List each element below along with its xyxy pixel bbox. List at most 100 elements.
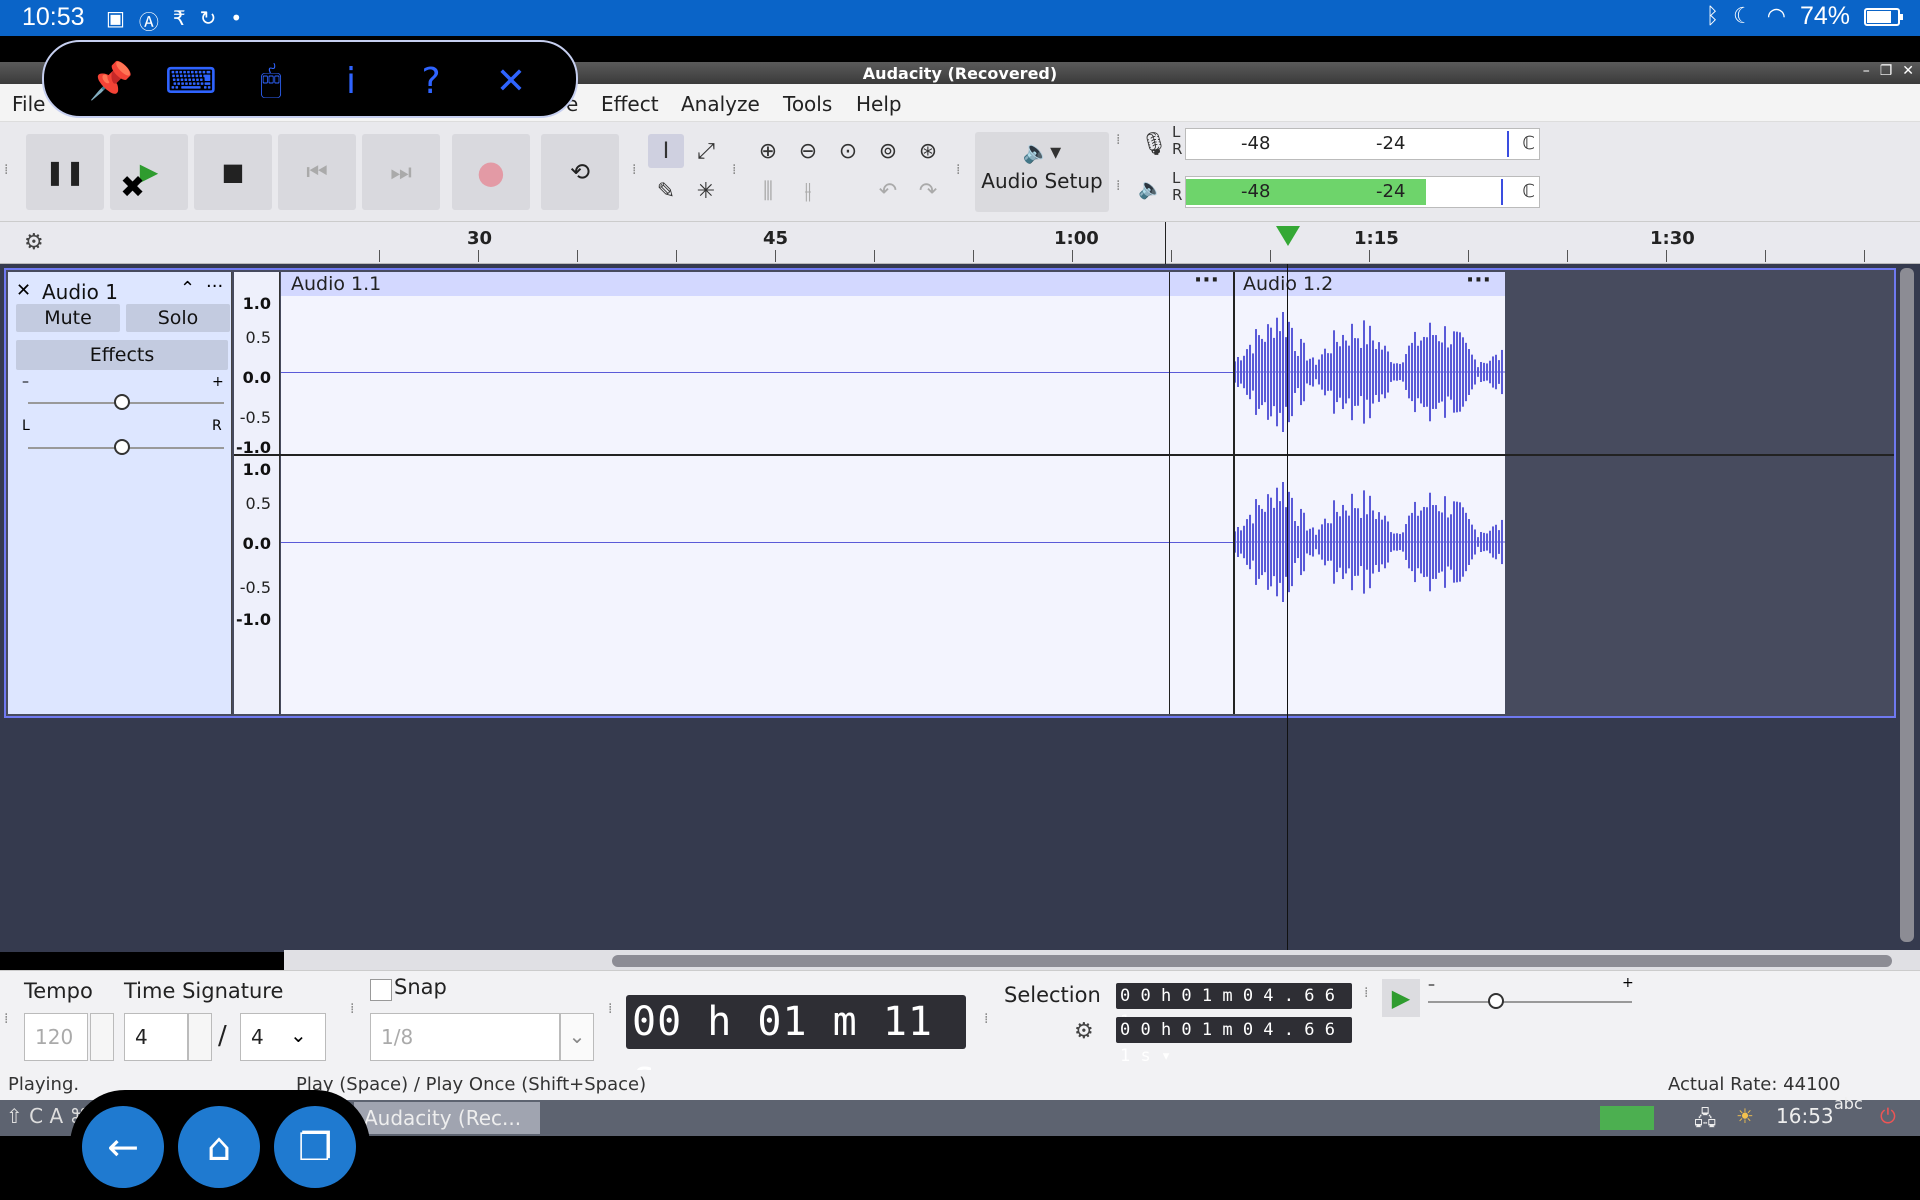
amplitude-scale: 1.0 0.5 0.0 -0.5 -1.0 1.0 0.5 0.0 -0.5 -…	[234, 272, 280, 714]
close-window-icon[interactable]: ✕	[1902, 63, 1914, 79]
time-display[interactable]: 00 h 01 m 11 s▾	[626, 995, 966, 1099]
gain-slider[interactable]	[28, 394, 224, 410]
track-name[interactable]: Audio 1	[42, 280, 118, 304]
keyboard-icon[interactable]: ⌨	[165, 56, 217, 106]
info-icon[interactable]: i	[326, 56, 376, 106]
clip-audio-1-2[interactable]: Audio 1.2 ···	[1233, 268, 1505, 714]
clip-audio-1-1[interactable]: Audio 1.1 ···	[281, 268, 1233, 714]
battery-icon	[1864, 7, 1903, 26]
draw-tool[interactable]: ✎	[648, 174, 684, 208]
selection-start-time[interactable]: 0 0 h 0 1 m 0 4 . 6 6 1 s ▾	[1116, 983, 1352, 1032]
numerator-stepper[interactable]	[188, 1013, 212, 1061]
track-control-panel: ✕ Audio 1 ⌃ ··· Mute Solo Effects – + L …	[8, 272, 232, 714]
home-button[interactable]: ⌂	[178, 1106, 260, 1188]
zoom-out-button[interactable]: ⊖	[790, 134, 826, 168]
menu-analyze[interactable]: Analyze	[681, 92, 760, 116]
silence-button[interactable]: ⫲	[790, 174, 826, 208]
play-speed-slider[interactable]	[1428, 993, 1632, 1009]
collapse-icon[interactable]: ⌃	[180, 278, 195, 299]
app-a-icon: Ⓐ	[138, 10, 159, 34]
taskbar-app-audacity[interactable]: Audacity (Rec...	[354, 1102, 540, 1134]
solo-button[interactable]: Solo	[126, 304, 230, 332]
playhead-marker[interactable]	[1276, 226, 1300, 246]
zoom-toggle-button[interactable]: ⊛	[910, 134, 946, 168]
restore-icon[interactable]: ❐	[1880, 63, 1893, 79]
pause-button[interactable]: ❚❚	[26, 134, 104, 210]
horizontal-scrollbar[interactable]	[612, 955, 1892, 967]
skip-end-button[interactable]: ⏭	[362, 134, 440, 210]
microphone-icon[interactable]: 🎙	[1140, 132, 1168, 157]
pin-icon[interactable]: 📌	[86, 56, 136, 106]
audio-track[interactable]: ✕ Audio 1 ⌃ ··· Mute Solo Effects – + L …	[4, 268, 1896, 718]
snap-select[interactable]: 1/8	[370, 1013, 560, 1061]
fit-selection-button[interactable]: ⊙	[830, 134, 866, 168]
menu-tools[interactable]: Tools	[783, 92, 832, 116]
power-icon[interactable]: ⏻	[1880, 1104, 1896, 1128]
mute-button[interactable]: Mute	[16, 304, 120, 332]
multi-tool[interactable]: ✳	[688, 174, 724, 208]
time-sig-denominator[interactable]: 4	[240, 1013, 326, 1061]
mouse-icon[interactable]: 🖱	[246, 56, 296, 106]
track-area[interactable]: ✕ Audio 1 ⌃ ··· Mute Solo Effects – + L …	[0, 264, 1920, 952]
fit-project-button[interactable]: ⊚	[870, 134, 906, 168]
pencil-icon: ✎	[656, 178, 676, 204]
weather-icon[interactable]: ☀	[1736, 1104, 1754, 1128]
effects-button[interactable]: Effects	[16, 340, 228, 370]
clip-menu-icon[interactable]: ···	[1194, 268, 1219, 293]
selection-tool[interactable]: I	[648, 134, 684, 168]
play-button[interactable]: ▶ ✖	[110, 134, 188, 210]
playback-meter[interactable]: -48 -24 ℂ	[1185, 176, 1540, 208]
selection-settings-icon[interactable]: ⚙	[1074, 1019, 1094, 1044]
tempo-stepper[interactable]	[90, 1013, 114, 1061]
menu-effect[interactable]: Effect	[601, 92, 659, 116]
recents-button[interactable]: ❐	[274, 1106, 356, 1188]
minimize-icon[interactable]: –	[1863, 63, 1870, 79]
cursor-line	[1169, 272, 1170, 714]
timeline-settings-icon[interactable]: ⚙	[24, 230, 44, 255]
zoom-in-button[interactable]: ⊕	[750, 134, 786, 168]
vertical-scrollbar[interactable]	[1900, 268, 1914, 942]
skip-start-button[interactable]: ⏮	[278, 134, 356, 210]
main-toolbar: ⁞ ❚❚ ▶ ✖ ■ ⏮ ⏭ ● ⟲ ⁞ I ⤢ ✎ ✳ ⁞ ⊕ ⊖ ⊙ ⊚ ⊛…	[0, 122, 1920, 222]
track-menu-icon[interactable]: ···	[206, 276, 223, 297]
taskbar-kbd: abc	[1834, 1094, 1863, 1113]
gain-knob[interactable]	[114, 394, 130, 410]
speed-knob[interactable]	[1488, 993, 1504, 1009]
grip-icon[interactable]: ⁞	[4, 162, 12, 182]
skip-start-icon: ⏮	[306, 158, 328, 186]
fit-project-icon: ⊚	[878, 138, 898, 164]
clip-header[interactable]: Audio 1.1 ···	[281, 268, 1233, 296]
speaker-dropdown-icon: 🔈▾	[1022, 140, 1062, 165]
tempo-input[interactable]: 120	[24, 1013, 88, 1061]
timeline-ruler[interactable]: ⚙ 30 45 1:00 1:15 1:30	[0, 222, 1920, 264]
menu-help[interactable]: Help	[856, 92, 902, 116]
envelope-icon: ⤢	[697, 138, 715, 164]
close-track-icon[interactable]: ✕	[16, 280, 31, 301]
network-icon[interactable]: 🖧	[1694, 1104, 1716, 1138]
speaker-icon[interactable]: 🔈	[1138, 176, 1163, 200]
stop-button[interactable]: ■	[194, 134, 272, 210]
redo-button[interactable]: ↷	[910, 174, 946, 208]
time-sig-numerator[interactable]: 4	[124, 1013, 188, 1061]
help-icon[interactable]: ?	[406, 56, 456, 106]
meter-end-icon: ℂ	[1522, 133, 1535, 154]
close-icon[interactable]: ✕	[486, 56, 536, 106]
chevron-down-icon[interactable]: ⌄	[290, 1023, 307, 1047]
record-meter[interactable]: -48 -24 ℂ	[1185, 128, 1540, 160]
selection-end-time[interactable]: 0 0 h 0 1 m 0 4 . 6 6 1 s ▾	[1116, 1017, 1352, 1066]
menu-file[interactable]: File	[12, 92, 45, 116]
snap-checkbox[interactable]	[370, 979, 392, 1001]
audio-setup-button[interactable]: 🔈▾ Audio Setup	[975, 132, 1109, 212]
snap-dropdown-icon[interactable]: ⌄	[560, 1013, 594, 1061]
loop-button[interactable]: ⟲	[541, 134, 619, 210]
envelope-tool[interactable]: ⤢	[688, 134, 724, 168]
undo-button[interactable]: ↶	[870, 174, 906, 208]
recents-icon: ❐	[297, 1125, 333, 1169]
trim-button[interactable]: ⫼	[750, 174, 786, 208]
remote-control-bar: 📌 ⌨ 🖱 i ? ✕	[42, 40, 578, 118]
record-button[interactable]: ●	[452, 134, 530, 210]
pan-knob[interactable]	[114, 439, 130, 455]
pan-slider[interactable]	[28, 439, 224, 455]
play-at-speed-button[interactable]: ▶	[1382, 979, 1420, 1017]
back-button[interactable]: ←	[82, 1106, 164, 1188]
